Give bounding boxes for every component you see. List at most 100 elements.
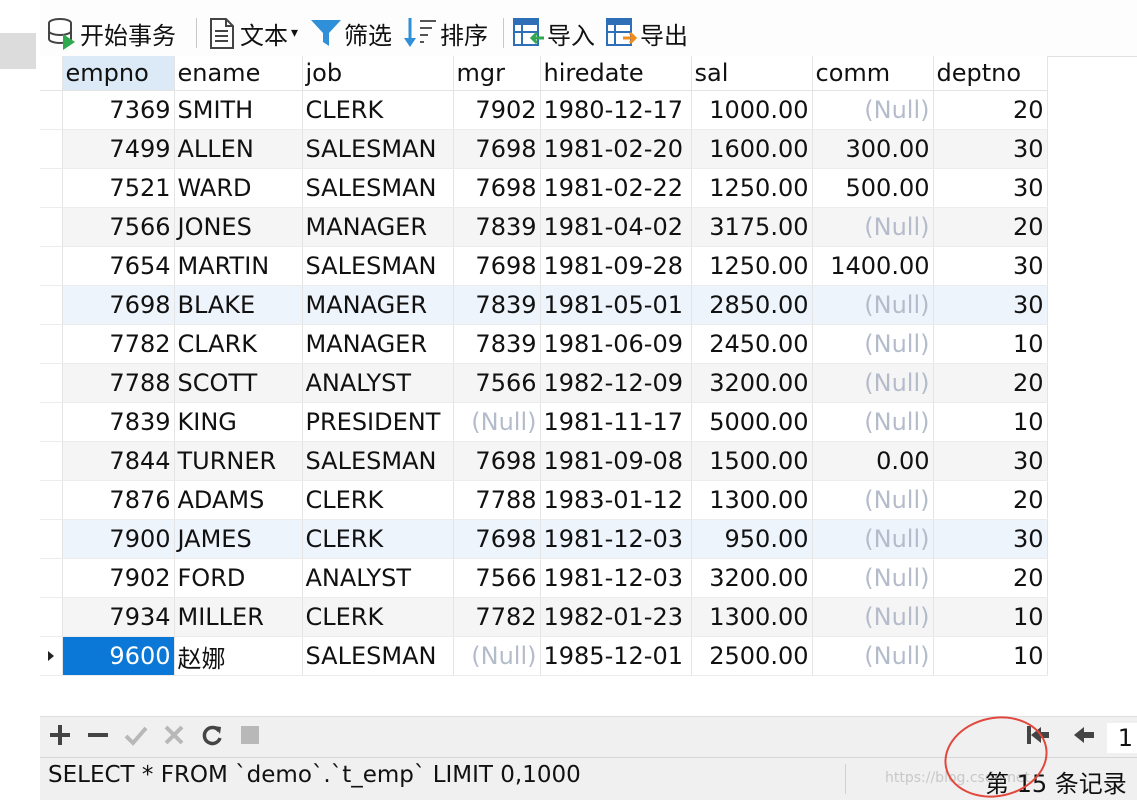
export-button[interactable]: 导出	[606, 14, 688, 52]
table-row[interactable]: 7839 KING PRESIDENT (Null) 1981-11-17 5000.00…	[40, 402, 1048, 442]
cell-hiredate[interactable]: 1981-04-02	[540, 207, 692, 247]
cell-hiredate[interactable]: 1981-12-03	[540, 519, 692, 559]
cell-job[interactable]: ANALYST	[302, 558, 454, 598]
cell-sal[interactable]: 1250.00	[691, 168, 813, 208]
cell-empno[interactable]: 7499	[62, 129, 175, 169]
table-row[interactable]: 7521 WARD SALESMAN 7698 1981-02-22 1250.00 500…	[40, 168, 1048, 208]
row-indicator[interactable]	[40, 363, 63, 403]
row-indicator[interactable]	[40, 90, 63, 130]
cell-deptno[interactable]: 10	[933, 402, 1048, 442]
cell-deptno[interactable]: 10	[933, 597, 1048, 637]
cell-sal[interactable]: 1600.00	[691, 129, 813, 169]
cell-mgr[interactable]: 7698	[453, 246, 541, 286]
row-indicator[interactable]	[40, 636, 63, 676]
row-indicator[interactable]	[40, 168, 63, 208]
cell-comm[interactable]: (Null)	[812, 90, 934, 130]
row-indicator[interactable]	[40, 207, 63, 247]
cell-deptno[interactable]: 30	[933, 441, 1048, 481]
cell-hiredate[interactable]: 1981-06-09	[540, 324, 692, 364]
cell-empno[interactable]: 7934	[62, 597, 175, 637]
cell-comm[interactable]: (Null)	[812, 597, 934, 637]
cell-comm[interactable]: 300.00	[812, 129, 934, 169]
cell-hiredate[interactable]: 1981-09-28	[540, 246, 692, 286]
cell-deptno[interactable]: 10	[933, 636, 1048, 676]
cell-job[interactable]: CLERK	[302, 597, 454, 637]
cell-empno[interactable]: 7900	[62, 519, 175, 559]
cell-job[interactable]: CLERK	[302, 519, 454, 559]
cell-empno[interactable]: 7369	[62, 90, 175, 130]
row-indicator[interactable]	[40, 285, 63, 325]
cell-empno[interactable]: 7698	[62, 285, 175, 325]
cell-job[interactable]: SALESMAN	[302, 636, 454, 676]
table-row[interactable]: 7654 MARTIN SALESMAN 7698 1981-09-28 1250.00 1…	[40, 246, 1048, 286]
column-header-hiredate[interactable]: hiredate	[540, 56, 692, 91]
cell-ename[interactable]: WARD	[174, 168, 303, 208]
cell-empno[interactable]: 7902	[62, 558, 175, 598]
cell-job[interactable]: MANAGER	[302, 285, 454, 325]
cell-ename[interactable]: KING	[174, 402, 303, 442]
cell-deptno[interactable]: 20	[933, 480, 1048, 520]
cell-mgr[interactable]: 7698	[453, 441, 541, 481]
table-row[interactable]: 7698 BLAKE MANAGER 7839 1981-05-01 2850.00 (Nu…	[40, 285, 1048, 325]
page-number-field[interactable]: 1	[1107, 723, 1137, 753]
cell-comm[interactable]: 0.00	[812, 441, 934, 481]
cell-mgr[interactable]: 7788	[453, 480, 541, 520]
column-header-empno[interactable]: empno	[62, 56, 175, 91]
cell-ename[interactable]: MILLER	[174, 597, 303, 637]
cell-ename[interactable]: TURNER	[174, 441, 303, 481]
cell-empno[interactable]: 7566	[62, 207, 175, 247]
refresh-button[interactable]	[198, 723, 226, 751]
cell-sal[interactable]: 2500.00	[691, 636, 813, 676]
cell-comm[interactable]: (Null)	[812, 363, 934, 403]
cell-job[interactable]: SALESMAN	[302, 246, 454, 286]
cell-hiredate[interactable]: 1982-12-09	[540, 363, 692, 403]
cell-sal[interactable]: 3200.00	[691, 363, 813, 403]
cell-job[interactable]: MANAGER	[302, 324, 454, 364]
cell-sal[interactable]: 3175.00	[691, 207, 813, 247]
cell-comm[interactable]: (Null)	[812, 324, 934, 364]
column-header-ename[interactable]: ename	[174, 56, 303, 91]
cell-mgr[interactable]: 7566	[453, 558, 541, 598]
cell-hiredate[interactable]: 1981-02-20	[540, 129, 692, 169]
cell-mgr[interactable]: (Null)	[453, 636, 541, 676]
cell-deptno[interactable]: 30	[933, 285, 1048, 325]
cell-empno[interactable]: 7654	[62, 246, 175, 286]
text-button[interactable]: 文本 ▾	[206, 14, 298, 52]
cell-ename[interactable]: SCOTT	[174, 363, 303, 403]
cell-mgr[interactable]: 7902	[453, 90, 541, 130]
table-row[interactable]: 7782 CLARK MANAGER 7839 1981-06-09 2450.00 (Nu…	[40, 324, 1048, 364]
table-row[interactable]: 9600 赵娜 SALESMAN (Null) 1985-12-01 2500.00 (Nu…	[40, 636, 1048, 676]
cell-job[interactable]: SALESMAN	[302, 168, 454, 208]
cell-sal[interactable]: 2450.00	[691, 324, 813, 364]
cell-hiredate[interactable]: 1980-12-17	[540, 90, 692, 130]
cell-ename[interactable]: SMITH	[174, 90, 303, 130]
discard-changes-button[interactable]	[160, 723, 188, 751]
cell-job[interactable]: ANALYST	[302, 363, 454, 403]
cell-mgr[interactable]: 7566	[453, 363, 541, 403]
row-indicator[interactable]	[40, 519, 63, 559]
table-row[interactable]: 7876 ADAMS CLERK 7788 1983-01-12 1300.00 (Null…	[40, 480, 1048, 520]
filter-button[interactable]: 筛选	[310, 14, 392, 52]
cell-deptno[interactable]: 30	[933, 519, 1048, 559]
cell-job[interactable]: CLERK	[302, 480, 454, 520]
cell-hiredate[interactable]: 1985-12-01	[540, 636, 692, 676]
cell-comm[interactable]: 500.00	[812, 168, 934, 208]
cell-hiredate[interactable]: 1981-12-03	[540, 558, 692, 598]
cell-comm[interactable]: (Null)	[812, 402, 934, 442]
cell-hiredate[interactable]: 1981-02-22	[540, 168, 692, 208]
stop-button[interactable]	[236, 723, 264, 751]
cell-ename[interactable]: ADAMS	[174, 480, 303, 520]
cell-deptno[interactable]: 30	[933, 246, 1048, 286]
cell-hiredate[interactable]: 1982-01-23	[540, 597, 692, 637]
cell-sal[interactable]: 2850.00	[691, 285, 813, 325]
table-row[interactable]: 7844 TURNER SALESMAN 7698 1981-09-08 1500.00 0…	[40, 441, 1048, 481]
row-indicator[interactable]	[40, 480, 63, 520]
table-row[interactable]: 7369 SMITH CLERK 7902 1980-12-17 1000.00 (Null…	[40, 90, 1048, 130]
cell-hiredate[interactable]: 1981-05-01	[540, 285, 692, 325]
cell-empno[interactable]: 7782	[62, 324, 175, 364]
cell-mgr[interactable]: 7698	[453, 519, 541, 559]
column-header-comm[interactable]: comm	[812, 56, 934, 91]
cell-sal[interactable]: 3200.00	[691, 558, 813, 598]
cell-hiredate[interactable]: 1981-11-17	[540, 402, 692, 442]
column-header-mgr[interactable]: mgr	[453, 56, 541, 91]
